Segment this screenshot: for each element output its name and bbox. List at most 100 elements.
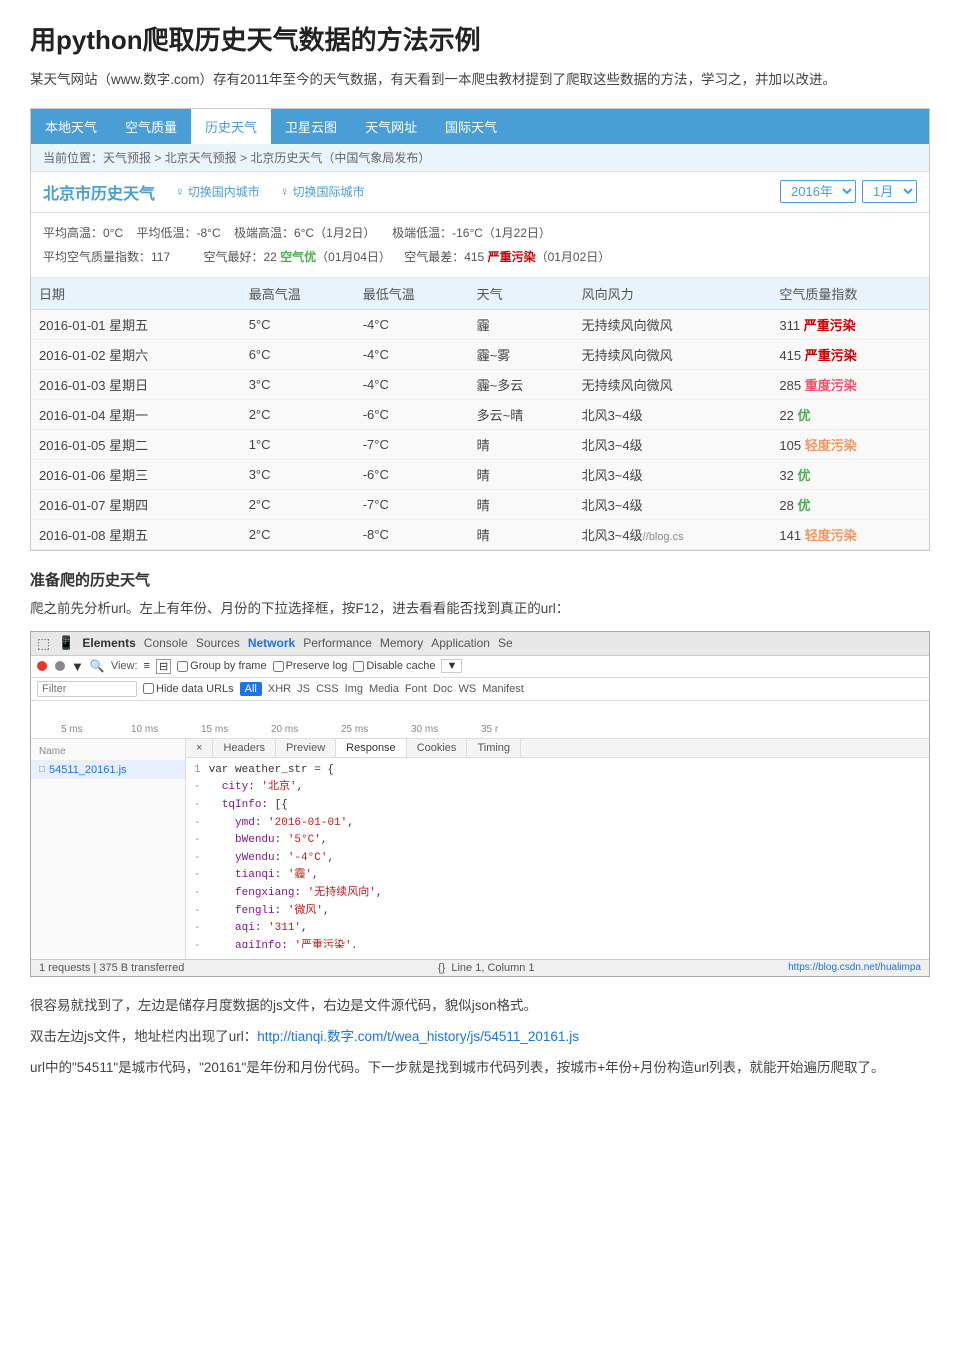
search-icon[interactable]: 🔍 [90,659,105,673]
panel-cookies[interactable]: Cookies [407,739,468,757]
cell-weather: 霾~多云 [469,369,574,399]
elements-tab[interactable]: Elements [82,636,135,650]
conclusion-3: url中的"54511"是城市代码，"20161"是年份和月份代码。下一步就是找… [30,1057,930,1080]
filter-input[interactable] [37,681,137,697]
panel-response[interactable]: Response [336,739,407,757]
cell-low: -4°C [355,339,469,369]
record-dot[interactable] [37,661,47,671]
devtools-mobile-icon[interactable]: 📱 [58,635,74,651]
stats-line-1: 平均高温：0°C 平均低温：-8°C 极端高温：6°C（1月2日） 极端低温：-… [43,221,917,245]
cell-low: -4°C [355,309,469,339]
switch-domestic[interactable]: ♀ 切换国内城市 [175,183,260,200]
nav-item-history[interactable]: 历史天气 [191,109,271,144]
disable-cache-checkbox[interactable]: Disable cache [353,660,435,672]
timeline-20ms: 20 ms [271,724,298,735]
timeline-35ms: 35 r [481,724,498,735]
filter-img[interactable]: Img [345,683,363,695]
filter-all[interactable]: All [240,682,262,696]
nav-item-local[interactable]: 本地天气 [31,109,111,144]
cell-aqi: 311 严重污染 [771,309,929,339]
preserve-log-checkbox[interactable]: Preserve log [273,660,348,672]
clear-dot[interactable] [55,661,65,671]
cell-weather: 霾~雾 [469,339,574,369]
cell-high: 1°C [241,429,355,459]
se-tab[interactable]: Se [498,636,513,650]
nav-item-links[interactable]: 天气网址 [351,109,431,144]
panel-preview[interactable]: Preview [276,739,336,757]
section1-heading: 准备爬的历史天气 [30,569,930,590]
col-wind: 风向风力 [574,278,772,310]
cell-weather: 霾 [469,309,574,339]
weather-table-row: 2016-01-01 星期五 5°C -4°C 霾 无持续风向微风 311 严重… [31,309,929,339]
cell-wind: 无持续风向微风 [574,369,772,399]
weather-table-row: 2016-01-08 星期五 2°C -8°C 晴 北风3~4级//blog.c… [31,519,929,549]
cell-high: 6°C [241,339,355,369]
filter-doc[interactable]: Doc [433,683,453,695]
weather-table-row: 2016-01-05 星期二 1°C -7°C 晴 北风3~4级 105 轻度污… [31,429,929,459]
file-item-js[interactable]: □ 54511_20161.js [31,761,185,779]
group-by-frame-checkbox[interactable]: Group by frame [177,660,266,672]
sources-tab[interactable]: Sources [196,636,240,650]
devtools-toolbar: ⬚ 📱 Elements Console Sources Network Per… [31,632,929,656]
cell-high: 2°C [241,489,355,519]
col-weather: 天气 [469,278,574,310]
nav-item-international[interactable]: 国际天气 [431,109,511,144]
filter-icon[interactable]: ▼ [71,659,84,674]
cell-weather: 晴 [469,459,574,489]
month-select[interactable]: 1月 [862,180,917,203]
weather-table-row: 2016-01-03 星期日 3°C -4°C 霾~多云 无持续风向微风 285… [31,369,929,399]
panel-headers[interactable]: Headers [213,739,276,757]
js-url[interactable]: http://tianqi.数字.com/t/wea_history/js/54… [257,1029,579,1044]
file-name[interactable]: 54511_20161.js [49,764,126,776]
list-view-icon[interactable]: ≡ [144,660,150,672]
timeline-30ms: 30 ms [411,724,438,735]
col-low: 最低气温 [355,278,469,310]
devtools-inspect-icon[interactable]: ⬚ [37,635,50,652]
cell-date: 2016-01-07 星期四 [31,489,241,519]
request-count: 1 requests | 375 B transferred [39,962,184,974]
intro-paragraph: 某天气网站（www.数字.com）存有2011年至今的天气数据，有天看到一本爬虫… [30,69,930,92]
devtools-toolbar2: ▼ 🔍 View: ≡ ⊟ Group by frame Preserve lo… [31,656,929,678]
page-title: 用python爬取历史天气数据的方法示例 [30,20,930,57]
cell-wind: 北风3~4级//blog.cs [574,519,772,549]
weather-table-row: 2016-01-06 星期三 3°C -6°C 晴 北风3~4级 32 优 [31,459,929,489]
cell-wind: 无持续风向微风 [574,309,772,339]
throttle-dropdown[interactable]: ▼ [441,659,462,673]
nav-item-air[interactable]: 空气质量 [111,109,191,144]
stats-line-2: 平均空气质量指数：117 空气最好：22 空气优（01月04日） 空气最差：41… [43,245,917,269]
cell-high: 2°C [241,519,355,549]
filter-manifest[interactable]: Manifest [482,683,524,695]
filter-ws[interactable]: WS [458,683,476,695]
cell-aqi: 32 优 [771,459,929,489]
filter-font[interactable]: Font [405,683,427,695]
group-view-icon[interactable]: ⊟ [156,659,171,674]
switch-international[interactable]: ♀ 切换国际城市 [280,183,365,200]
filter-js[interactable]: JS [297,683,310,695]
col-high: 最高气温 [241,278,355,310]
weather-site-screenshot: 本地天气 空气质量 历史天气 卫星云图 天气网址 国际天气 当前位置：天气预报 … [30,108,930,551]
cell-high: 2°C [241,399,355,429]
performance-tab[interactable]: Performance [303,636,372,650]
conclusion-2: 双击左边js文件，地址栏内出现了url：http://tianqi.数字.com… [30,1026,930,1049]
nav-item-satellite[interactable]: 卫星云图 [271,109,351,144]
filter-xhr[interactable]: XHR [268,683,291,695]
weather-table-row: 2016-01-04 星期一 2°C -6°C 多云~晴 北风3~4级 22 优 [31,399,929,429]
panel-close[interactable]: × [186,739,213,757]
code-line-3: - tqInfo: [{ [194,797,921,815]
cell-low: -4°C [355,369,469,399]
filter-css[interactable]: CSS [316,683,339,695]
hide-data-urls-checkbox[interactable]: Hide data URLs [143,683,234,695]
cell-aqi: 22 优 [771,399,929,429]
cell-low: -7°C [355,489,469,519]
application-tab[interactable]: Application [431,636,490,650]
memory-tab[interactable]: Memory [380,636,423,650]
network-tab[interactable]: Network [248,636,295,650]
file-checkbox-icon: □ [39,764,45,775]
devtools-filter-bar: Hide data URLs All XHR JS CSS Img Media … [31,678,929,701]
filter-media[interactable]: Media [369,683,399,695]
code-line-8: - fengxiang: '无持续风向', [194,885,921,903]
year-select[interactable]: 2016年 [780,180,856,203]
panel-timing[interactable]: Timing [467,739,521,757]
console-tab[interactable]: Console [144,636,188,650]
devtools-panel-tabs: × Headers Preview Response Cookies Timin… [186,739,929,758]
